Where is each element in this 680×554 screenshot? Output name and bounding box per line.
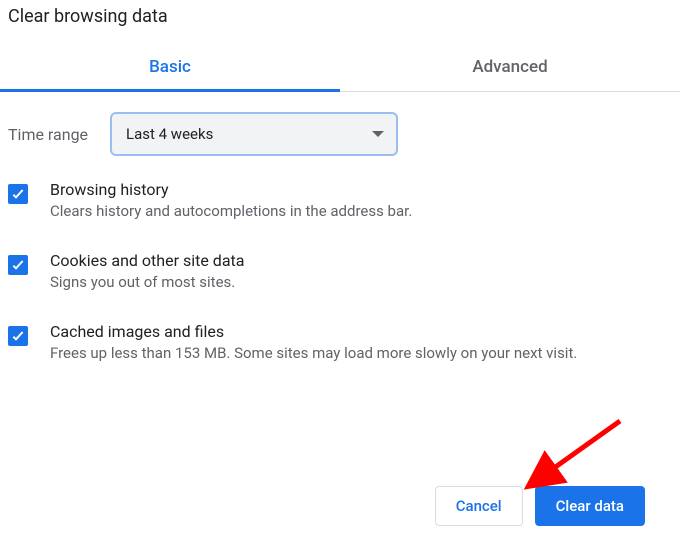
check-icon bbox=[10, 257, 26, 273]
annotation-arrow bbox=[520, 416, 630, 496]
time-range-select[interactable]: Last 4 weeks bbox=[110, 112, 398, 156]
tab-advanced[interactable]: Advanced bbox=[340, 45, 680, 91]
option-title: Cached images and files bbox=[50, 322, 672, 341]
tabs: Basic Advanced bbox=[0, 45, 680, 92]
option-cache: Cached images and files Frees up less th… bbox=[0, 308, 680, 379]
checkbox-cookies[interactable] bbox=[8, 255, 28, 275]
checkbox-cache[interactable] bbox=[8, 326, 28, 346]
check-icon bbox=[10, 328, 26, 344]
option-desc: Signs you out of most sites. bbox=[50, 272, 672, 294]
checkbox-browsing-history[interactable] bbox=[8, 184, 28, 204]
option-desc: Clears history and autocompletions in th… bbox=[50, 201, 672, 223]
time-range-value: Last 4 weeks bbox=[126, 125, 213, 143]
clear-data-button[interactable]: Clear data bbox=[535, 486, 645, 526]
option-browsing-history: Browsing history Clears history and auto… bbox=[0, 166, 680, 237]
option-text: Browsing history Clears history and auto… bbox=[50, 180, 672, 223]
cancel-button[interactable]: Cancel bbox=[435, 486, 523, 526]
option-text: Cached images and files Frees up less th… bbox=[50, 322, 672, 365]
tab-basic[interactable]: Basic bbox=[0, 45, 340, 91]
option-title: Browsing history bbox=[50, 180, 672, 199]
option-text: Cookies and other site data Signs you ou… bbox=[50, 251, 672, 294]
option-title: Cookies and other site data bbox=[50, 251, 672, 270]
dialog-title: Clear browsing data bbox=[0, 0, 680, 45]
option-cookies: Cookies and other site data Signs you ou… bbox=[0, 237, 680, 308]
chevron-down-icon bbox=[372, 131, 384, 137]
time-range-row: Time range Last 4 weeks bbox=[0, 92, 680, 166]
option-desc: Frees up less than 153 MB. Some sites ma… bbox=[50, 343, 672, 365]
time-range-label: Time range bbox=[8, 125, 88, 144]
check-icon bbox=[10, 186, 26, 202]
dialog-footer: Cancel Clear data bbox=[435, 486, 645, 526]
